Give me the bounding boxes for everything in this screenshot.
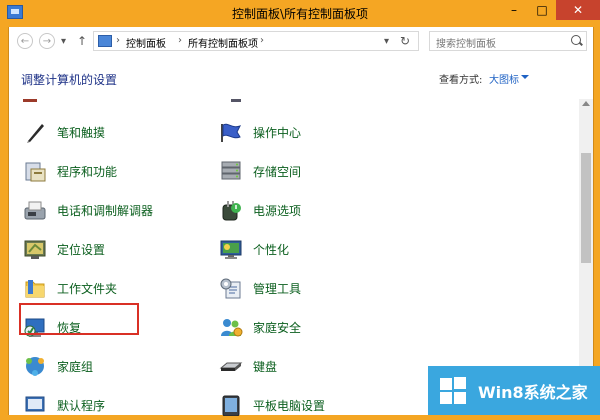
control-panel-icon — [98, 35, 112, 47]
item-programs-features[interactable]: 程序和功能 — [23, 157, 117, 185]
address-dropdown-icon[interactable]: ▾ — [384, 36, 389, 47]
item-action-center[interactable]: 操作中心 — [219, 118, 301, 146]
view-by-dropdown[interactable]: 大图标 — [489, 71, 519, 86]
chevron-down-icon[interactable] — [521, 75, 529, 79]
item-label: 操作中心 — [253, 125, 302, 140]
maximize-button[interactable]: □ — [528, 0, 556, 20]
scrollbar-thumb[interactable] — [581, 153, 591, 263]
default-programs-icon — [23, 394, 47, 416]
item-label: 程序和功能 — [57, 164, 118, 179]
breadcrumb-control-panel[interactable]: 控制面板 — [126, 35, 166, 50]
breadcrumb-separator: › — [178, 35, 182, 46]
item-administrative-tools[interactable]: 管理工具 — [219, 274, 301, 302]
item-homegroup[interactable]: 家庭组 — [23, 352, 93, 380]
partial-item-icon — [231, 99, 241, 102]
keyboard-icon — [219, 355, 243, 377]
breadcrumb-all-items[interactable]: 所有控制面板项 — [188, 35, 258, 50]
location-icon — [23, 238, 47, 260]
view-by-label: 查看方式: — [439, 75, 483, 86]
minimize-button[interactable]: – — [500, 0, 528, 20]
family-safety-icon — [219, 316, 243, 338]
selection-highlight — [19, 303, 139, 335]
programs-icon — [23, 160, 47, 182]
watermark-text: Win8系统之家 — [478, 382, 588, 402]
item-label: 家庭组 — [57, 359, 94, 374]
windows-logo-icon — [440, 376, 468, 405]
item-power-options[interactable]: 电源选项 — [219, 196, 301, 224]
watermark: Win8系统之家 — [428, 366, 600, 415]
recent-pages-chevron-icon[interactable]: ▾ — [61, 36, 66, 47]
item-label: 个性化 — [253, 242, 290, 257]
item-label: 工作文件夹 — [57, 281, 118, 296]
personalization-icon — [219, 238, 243, 260]
breadcrumb-separator: › — [116, 35, 120, 46]
address-bar-row: ← → ▾ ↑ › 控制面板 › 所有控制面板项 › ▾ ↻ 搜索控制面板 — [9, 27, 593, 57]
item-label: 定位设置 — [57, 242, 106, 257]
refresh-icon[interactable]: ↻ — [400, 34, 410, 48]
folder-icon — [23, 277, 47, 299]
item-label: 默认程序 — [57, 398, 106, 413]
title-bar: 控制面板\所有控制面板项 – □ ✕ — [0, 0, 600, 27]
item-label: 键盘 — [253, 359, 278, 374]
pen-icon — [23, 121, 47, 143]
arrow-left-icon: ← — [20, 35, 30, 47]
item-label: 平板电脑设置 — [253, 398, 326, 413]
control-panel-window: ← → ▾ ↑ › 控制面板 › 所有控制面板项 › ▾ ↻ 搜索控制面板 调整… — [8, 27, 594, 417]
item-pen-touch[interactable]: 笔和触摸 — [23, 118, 105, 146]
arrow-right-icon: → — [42, 35, 52, 47]
item-storage-spaces[interactable]: 存储空间 — [219, 157, 301, 185]
admin-tools-icon — [219, 277, 243, 299]
up-arrow-icon[interactable]: ↑ — [77, 34, 87, 48]
item-label: 家庭安全 — [253, 320, 302, 335]
breadcrumb-separator: › — [260, 35, 264, 46]
address-box[interactable]: › 控制面板 › 所有控制面板项 › ▾ ↻ — [93, 31, 419, 51]
item-label: 存储空间 — [253, 164, 302, 179]
search-placeholder: 搜索控制面板 — [436, 39, 496, 50]
item-label: 管理工具 — [253, 281, 302, 296]
item-phone-modem[interactable]: 电话和调制解调器 — [23, 196, 153, 224]
back-button[interactable]: ← — [17, 33, 33, 49]
item-label: 笔和触摸 — [57, 125, 106, 140]
item-label: 电话和调制解调器 — [57, 203, 154, 218]
search-box[interactable]: 搜索控制面板 — [429, 31, 587, 51]
power-icon — [219, 199, 243, 221]
item-location-settings[interactable]: 定位设置 — [23, 235, 105, 263]
homegroup-icon — [23, 355, 47, 377]
close-button[interactable]: ✕ — [556, 0, 600, 20]
item-keyboard[interactable]: 键盘 — [219, 352, 277, 380]
tablet-icon — [219, 394, 243, 417]
item-work-folders[interactable]: 工作文件夹 — [23, 274, 117, 302]
partial-item-icon — [23, 99, 37, 102]
storage-icon — [219, 160, 243, 182]
item-personalization[interactable]: 个性化 — [219, 235, 289, 263]
item-label: 电源选项 — [253, 203, 302, 218]
flag-icon — [219, 121, 243, 143]
window-controls: – □ ✕ — [500, 0, 600, 22]
scroll-up-arrow-icon[interactable] — [582, 101, 590, 106]
page-title: 调整计算机的设置 — [21, 73, 118, 87]
fax-icon — [23, 199, 47, 221]
forward-button[interactable]: → — [39, 33, 55, 49]
search-icon[interactable] — [571, 35, 581, 45]
item-family-safety[interactable]: 家庭安全 — [219, 313, 301, 341]
